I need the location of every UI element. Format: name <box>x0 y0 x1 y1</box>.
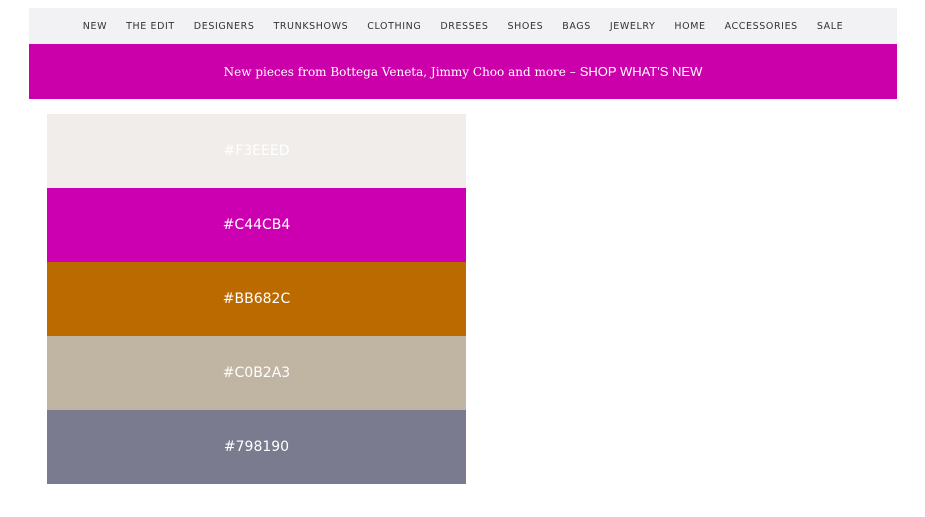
color-swatch: #C44CB4 <box>47 188 466 262</box>
swatch-label: #F3EEED <box>223 143 290 159</box>
nav-new[interactable]: NEW <box>83 21 107 32</box>
promo-banner[interactable]: New pieces from Bottega Veneta, Jimmy Ch… <box>29 44 897 99</box>
color-swatch: #BB682C <box>47 262 466 336</box>
nav-sale[interactable]: SALE <box>817 21 843 32</box>
nav-the-edit[interactable]: THE EDIT <box>126 21 175 32</box>
nav-jewelry[interactable]: JEWELRY <box>610 21 656 32</box>
color-swatch: #F3EEED <box>47 114 466 188</box>
swatch-label: #798190 <box>223 439 290 455</box>
swatch-label: #C0B2A3 <box>222 365 291 381</box>
nav-bags[interactable]: BAGS <box>562 21 591 32</box>
shop-whats-new-link[interactable]: SHOP WHAT'S NEW <box>580 64 703 79</box>
top-navigation: NEW THE EDIT DESIGNERS TRUNKSHOWS CLOTHI… <box>29 8 897 44</box>
nav-designers[interactable]: DESIGNERS <box>194 21 255 32</box>
nav-clothing[interactable]: CLOTHING <box>367 21 421 32</box>
swatch-label: #C44CB4 <box>222 217 291 233</box>
nav-shoes[interactable]: SHOES <box>508 21 544 32</box>
color-palette: #F3EEED #C44CB4 #BB682C #C0B2A3 #798190 <box>47 114 466 484</box>
nav-trunkshows[interactable]: TRUNKSHOWS <box>273 21 348 32</box>
swatch-label: #BB682C <box>222 291 291 307</box>
nav-accessories[interactable]: ACCESSORIES <box>725 21 798 32</box>
nav-home[interactable]: HOME <box>674 21 705 32</box>
nav-dresses[interactable]: DRESSES <box>440 21 488 32</box>
banner-message: New pieces from Bottega Veneta, Jimmy Ch… <box>223 64 576 79</box>
color-swatch: #798190 <box>47 410 466 484</box>
color-swatch: #C0B2A3 <box>47 336 466 410</box>
